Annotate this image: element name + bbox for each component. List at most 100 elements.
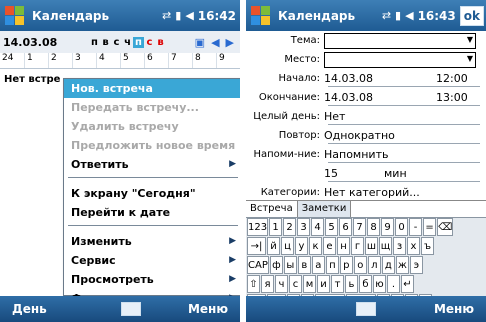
next-arrow-icon[interactable]: ▶ bbox=[226, 36, 234, 49]
keyboard-key[interactable]: ы bbox=[283, 256, 297, 274]
keyboard-key[interactable]: ь bbox=[345, 275, 358, 293]
reminder-unit-field[interactable]: мин bbox=[384, 167, 434, 180]
keyboard-key[interactable]: г bbox=[351, 237, 364, 255]
volume-icon[interactable]: ◀ bbox=[405, 9, 413, 22]
end-time-field[interactable]: 13:00 bbox=[436, 91, 486, 104]
keyboard-key[interactable]: 6 bbox=[339, 218, 353, 236]
menu-item-today[interactable]: К экрану "Сегодня" bbox=[64, 184, 240, 203]
keyboard-key[interactable]: о bbox=[353, 256, 367, 274]
weekday-selected[interactable]: п bbox=[133, 36, 144, 48]
keyboard-key[interactable]: ъ bbox=[421, 237, 434, 255]
keyboard-key[interactable]: ш bbox=[365, 237, 378, 255]
keyboard-key[interactable]: 1 bbox=[269, 218, 283, 236]
location-combo[interactable] bbox=[324, 51, 476, 68]
keyboard-key[interactable]: ю bbox=[373, 275, 386, 293]
keyboard-key[interactable]: м bbox=[303, 275, 316, 293]
keyboard-key[interactable]: э bbox=[409, 256, 423, 274]
keyboard-key[interactable]: п bbox=[325, 256, 339, 274]
agenda-icon[interactable]: ▣ bbox=[195, 36, 205, 49]
keyboard-key[interactable]: ↵ bbox=[401, 275, 414, 293]
weekday[interactable]: с bbox=[111, 37, 122, 48]
keyboard-key[interactable]: к bbox=[309, 237, 322, 255]
keyboard-key[interactable]: я bbox=[261, 275, 274, 293]
keyboard-key[interactable]: е bbox=[323, 237, 336, 255]
keyboard-key[interactable]: ц bbox=[281, 237, 294, 255]
clock[interactable]: 16:42 bbox=[198, 9, 236, 23]
keyboard-key[interactable]: и bbox=[317, 275, 330, 293]
start-date-field[interactable]: 14.03.08 bbox=[324, 72, 436, 85]
keyboard-key[interactable]: з bbox=[393, 237, 406, 255]
keyboard-key[interactable]: д bbox=[381, 256, 395, 274]
tab-notes[interactable]: Заметки bbox=[297, 201, 352, 217]
keyboard-key[interactable]: - bbox=[409, 218, 423, 236]
reminder-amount-field[interactable]: 15 bbox=[324, 167, 384, 180]
recurrence-field[interactable]: Однократно bbox=[324, 129, 486, 142]
signal-icon[interactable]: ▮ bbox=[395, 9, 401, 22]
keyboard-key[interactable]: ж bbox=[395, 256, 409, 274]
keyboard-key[interactable]: щ bbox=[379, 237, 392, 255]
keyboard-key[interactable]: ч bbox=[275, 275, 288, 293]
start-time-field[interactable]: 12:00 bbox=[436, 72, 486, 85]
keyboard-key[interactable]: б bbox=[359, 275, 372, 293]
week-strip[interactable]: п в с ч п с в bbox=[89, 36, 166, 48]
allday-field[interactable]: Нет bbox=[324, 110, 486, 123]
keyboard-key[interactable]: в bbox=[297, 256, 311, 274]
keyboard-key[interactable]: 2 bbox=[283, 218, 297, 236]
keyboard-key[interactable]: = bbox=[423, 218, 437, 236]
weekday[interactable]: ч bbox=[122, 37, 133, 48]
status-icons[interactable]: ⇄ ▮ ◀ 16:43 bbox=[382, 9, 456, 23]
start-icon[interactable] bbox=[250, 5, 272, 27]
softkey-day[interactable]: День bbox=[12, 302, 47, 316]
keyboard-key[interactable]: ⇧ bbox=[247, 275, 260, 293]
volume-icon[interactable]: ◀ bbox=[185, 9, 193, 22]
keyboard-key[interactable]: х bbox=[407, 237, 420, 255]
menu-item-view[interactable]: Просмотреть ▶ bbox=[64, 270, 240, 289]
tab-appointment[interactable]: Встреча bbox=[246, 201, 298, 217]
keyboard-key[interactable]: 9 bbox=[381, 218, 395, 236]
keyboard-icon[interactable] bbox=[120, 302, 141, 316]
keyboard-key[interactable]: 4 bbox=[311, 218, 325, 236]
keyboard-key[interactable]: т bbox=[331, 275, 344, 293]
menu-item-new-appointment[interactable]: Нов. встреча bbox=[64, 79, 240, 98]
keyboard-icon[interactable] bbox=[356, 302, 376, 316]
subject-combo[interactable] bbox=[324, 32, 476, 49]
keyboard-key[interactable]: 123 bbox=[247, 218, 269, 236]
menu-item-tools[interactable]: Сервис ▶ bbox=[64, 251, 240, 270]
keyboard-key[interactable]: а bbox=[311, 256, 325, 274]
keyboard-key[interactable]: с bbox=[289, 275, 302, 293]
keyboard-key[interactable]: 3 bbox=[297, 218, 311, 236]
menu-item-go-to-date[interactable]: Перейти к дате bbox=[64, 203, 240, 222]
weekday[interactable]: с bbox=[144, 37, 155, 48]
keyboard-key[interactable]: . bbox=[387, 275, 400, 293]
weekday[interactable]: п bbox=[89, 37, 100, 48]
keyboard-key[interactable]: й bbox=[267, 237, 280, 255]
keyboard-key[interactable]: у bbox=[295, 237, 308, 255]
menu-item-reply[interactable]: Ответить ▶ bbox=[64, 155, 240, 174]
keyboard-key[interactable]: ⌫ bbox=[437, 218, 454, 236]
keyboard-key[interactable]: CAP bbox=[247, 256, 269, 274]
keyboard-key[interactable]: р bbox=[339, 256, 353, 274]
categories-field[interactable]: Нет категорий... bbox=[324, 186, 486, 199]
signal-icon[interactable]: ▮ bbox=[175, 9, 181, 22]
reminder-field[interactable]: Напомнить bbox=[324, 148, 486, 161]
keyboard-key[interactable]: 7 bbox=[353, 218, 367, 236]
connectivity-icon[interactable]: ⇄ bbox=[162, 9, 171, 22]
menu-item-edit[interactable]: Изменить ▶ bbox=[64, 232, 240, 251]
softkey-menu[interactable]: Меню bbox=[434, 302, 474, 316]
keyboard-key[interactable]: ф bbox=[269, 256, 283, 274]
end-date-field[interactable]: 14.03.08 bbox=[324, 91, 436, 104]
weekday[interactable]: в bbox=[100, 37, 111, 48]
keyboard-key[interactable]: →| bbox=[247, 237, 266, 255]
keyboard-key[interactable]: н bbox=[337, 237, 350, 255]
keyboard-key[interactable]: 5 bbox=[325, 218, 339, 236]
clock[interactable]: 16:43 bbox=[418, 9, 456, 23]
ok-button[interactable]: ok bbox=[459, 5, 484, 26]
weekday[interactable]: в bbox=[155, 37, 166, 48]
keyboard-key[interactable]: 0 bbox=[395, 218, 409, 236]
connectivity-icon[interactable]: ⇄ bbox=[382, 9, 391, 22]
prev-arrow-icon[interactable]: ◀ bbox=[211, 36, 219, 49]
keyboard-key[interactable]: 8 bbox=[367, 218, 381, 236]
keyboard-key[interactable]: л bbox=[367, 256, 381, 274]
softkey-menu[interactable]: Меню bbox=[188, 302, 228, 316]
start-icon[interactable] bbox=[4, 5, 26, 27]
